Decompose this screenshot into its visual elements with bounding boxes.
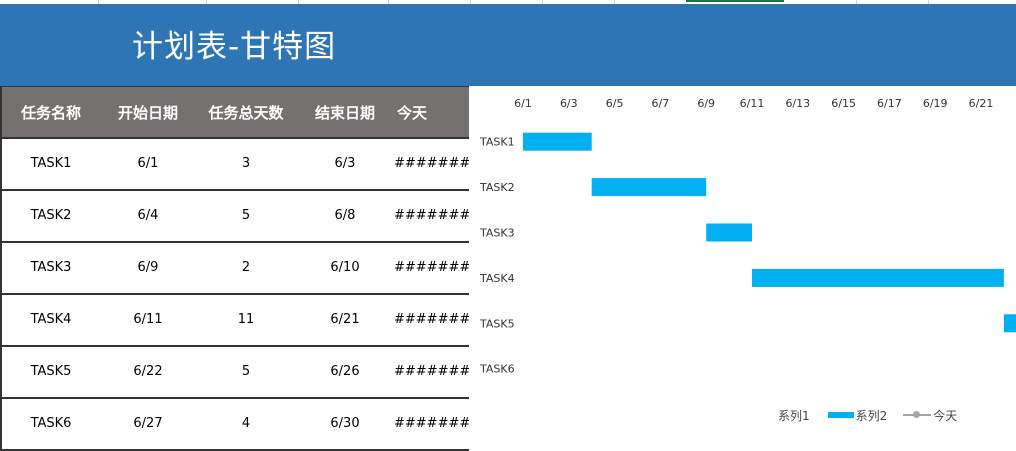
cell-today[interactable]: ######### bbox=[394, 399, 469, 449]
cell-task-name[interactable]: TASK1 bbox=[2, 139, 100, 189]
gantt-bar-task5[interactable] bbox=[1003, 314, 1016, 333]
legend-swatch-today bbox=[903, 411, 932, 418]
legend-item-series2[interactable]: 系列2 bbox=[816, 407, 888, 424]
y-category-label: TASK5 bbox=[479, 317, 515, 330]
cell-total-days[interactable]: 5 bbox=[196, 347, 296, 397]
header-today[interactable]: 今天 bbox=[394, 87, 430, 139]
cell-total-days[interactable]: 4 bbox=[196, 399, 296, 449]
cell-total-days[interactable]: 5 bbox=[196, 191, 296, 241]
table-row[interactable]: TASK46/11116/21######### bbox=[2, 295, 469, 347]
table-row[interactable]: TASK66/2746/30######### bbox=[2, 399, 469, 451]
table-row[interactable]: TASK56/2256/26######### bbox=[2, 347, 469, 399]
header-start-date[interactable]: 开始日期 bbox=[100, 87, 196, 139]
cell-start-date[interactable]: 6/9 bbox=[100, 243, 196, 293]
table-header-row[interactable]: 任务名称 开始日期 任务总天数 结束日期 今天 bbox=[2, 86, 469, 139]
x-tick-label: 6/21 bbox=[969, 97, 994, 110]
x-tick-label: 6/19 bbox=[923, 97, 948, 110]
gantt-chart-plot: 6/1 6/3 6/5 6/7 6/9 6/11 6/13 6/15 6/17 6/19 6/21 T… bbox=[479, 97, 1016, 376]
header-end-date[interactable]: 结束日期 bbox=[296, 87, 394, 139]
y-category-label: TASK3 bbox=[479, 227, 515, 240]
cell-end-date[interactable]: 6/10 bbox=[296, 243, 394, 293]
y-category-label: TASK2 bbox=[479, 181, 515, 194]
x-tick-label: 6/11 bbox=[740, 97, 765, 110]
y-category-label: TASK4 bbox=[479, 272, 515, 285]
header-total-days[interactable]: 任务总天数 bbox=[196, 87, 296, 139]
legend-item-today[interactable]: 今天 bbox=[893, 407, 957, 424]
cell-today[interactable]: ######### bbox=[394, 347, 469, 397]
table-row[interactable]: TASK16/136/3######### bbox=[2, 139, 469, 191]
gantt-bar-task1[interactable] bbox=[523, 132, 592, 151]
legend-label-series1: 系列1 bbox=[778, 408, 810, 423]
cell-today[interactable]: ######### bbox=[394, 139, 469, 189]
cell-start-date[interactable]: 6/27 bbox=[100, 399, 196, 449]
cell-start-date[interactable]: 6/22 bbox=[100, 347, 196, 397]
gantt-bar-task2[interactable] bbox=[591, 178, 707, 197]
y-category-label: TASK1 bbox=[479, 136, 515, 149]
header-task-name[interactable]: 任务名称 bbox=[2, 87, 100, 139]
legend-swatch-series2 bbox=[827, 412, 854, 418]
cell-total-days[interactable]: 3 bbox=[196, 139, 296, 189]
cell-start-date[interactable]: 6/1 bbox=[100, 139, 196, 189]
cell-task-name[interactable]: TASK4 bbox=[2, 295, 100, 345]
cell-today[interactable]: ######### bbox=[394, 243, 469, 293]
gantt-chart[interactable]: 6/1 6/3 6/5 6/7 6/9 6/11 6/13 6/15 6/17 6/19 6/21 T… bbox=[472, 86, 1016, 451]
cell-task-name[interactable]: TASK3 bbox=[2, 243, 100, 293]
x-tick-label: 6/17 bbox=[877, 97, 902, 110]
task-table: 任务名称 开始日期 任务总天数 结束日期 今天 TASK1 6/1 3 6/3 ####… bbox=[0, 86, 469, 451]
cell-total-days[interactable]: 11 bbox=[196, 295, 296, 345]
table-row[interactable]: TASK26/456/8######### bbox=[2, 191, 469, 243]
cell-task-name[interactable]: TASK5 bbox=[2, 347, 100, 397]
gantt-bar-task4[interactable] bbox=[752, 268, 1004, 287]
x-tick-label: 6/15 bbox=[831, 97, 856, 110]
selected-cell-indicator[interactable] bbox=[686, 0, 784, 2]
legend-label-series2: 系列2 bbox=[855, 408, 888, 423]
table-row[interactable]: TASK36/926/10######### bbox=[2, 243, 469, 295]
cell-end-date[interactable]: 6/26 bbox=[296, 347, 394, 397]
legend-item-series1[interactable]: 系列1 bbox=[778, 407, 810, 424]
page-title: 计划表-甘特图 bbox=[132, 29, 337, 65]
cell-end-date[interactable]: 6/30 bbox=[296, 399, 394, 449]
x-tick-label: 6/7 bbox=[652, 97, 670, 110]
cell-start-date[interactable]: 6/11 bbox=[100, 295, 196, 345]
cell-today[interactable]: ######### bbox=[394, 295, 469, 345]
x-tick-label: 6/9 bbox=[697, 97, 715, 110]
cell-task-name[interactable]: TASK2 bbox=[2, 191, 100, 241]
chart-legend[interactable]: 系列1 系列2 今天 bbox=[778, 407, 963, 423]
gantt-bar-task3[interactable] bbox=[706, 223, 752, 242]
x-tick-label: 6/1 bbox=[514, 97, 532, 110]
cell-end-date[interactable]: 6/8 bbox=[296, 191, 394, 241]
cell-end-date[interactable]: 6/21 bbox=[296, 295, 394, 345]
y-category-label: TASK6 bbox=[479, 363, 515, 376]
x-tick-label: 6/5 bbox=[606, 97, 624, 110]
legend-label-today: 今天 bbox=[933, 408, 958, 423]
cell-start-date[interactable]: 6/4 bbox=[100, 191, 196, 241]
cell-today[interactable]: ######### bbox=[394, 191, 469, 241]
cell-task-name[interactable]: TASK6 bbox=[2, 399, 100, 449]
x-tick-label: 6/13 bbox=[785, 97, 810, 110]
x-tick-label: 6/3 bbox=[560, 97, 578, 110]
cell-total-days[interactable]: 2 bbox=[196, 243, 296, 293]
title-banner[interactable]: 计划表-甘特图 bbox=[0, 4, 1016, 86]
cell-end-date[interactable]: 6/3 bbox=[296, 139, 394, 189]
